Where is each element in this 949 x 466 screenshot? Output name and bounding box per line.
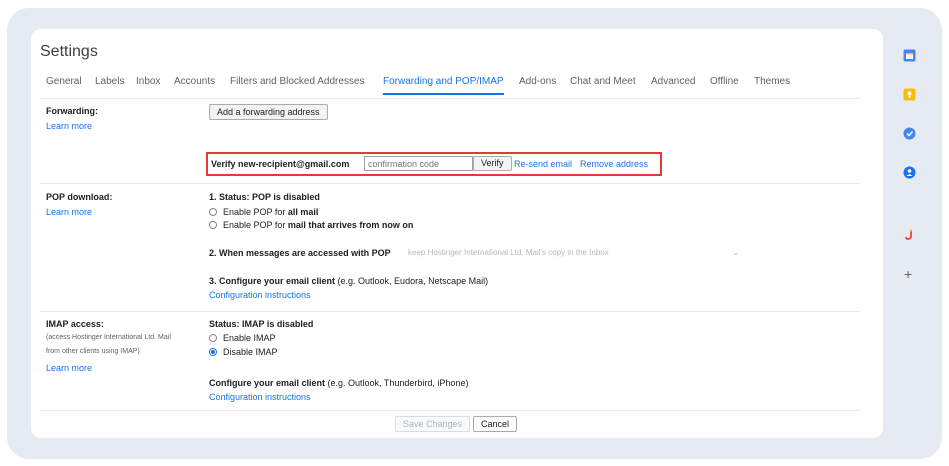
disable-imap-label: Disable IMAP [223,347,278,357]
save-changes-button[interactable]: Save Changes [395,416,471,432]
footer-divider [40,410,860,411]
forwarding-learn-more-link[interactable]: Learn more [46,121,92,131]
tab-accounts[interactable]: Accounts [174,76,215,93]
plus-icon[interactable]: + [904,266,912,282]
addon-icon[interactable] [903,228,916,241]
tab-add-ons[interactable]: Add-ons [519,76,556,93]
imap-access-label: IMAP access: [46,319,104,329]
tab-forwarding-pop-imap[interactable]: Forwarding and POP/IMAP [383,76,504,95]
pop-when-accessed-label: 2. When messages are accessed with POP [209,248,391,258]
pop-from-now-radio[interactable] [209,221,217,229]
verify-button[interactable]: Verify [473,156,512,171]
keep-icon[interactable] [903,88,916,101]
imap-sub-line-1: (access Hostinger International Ltd. Mai… [46,334,171,341]
chevron-down-icon: ⌄ [732,248,739,257]
section-divider [40,183,860,184]
page-title: Settings [40,43,98,60]
calendar-icon[interactable] [903,49,916,62]
add-forwarding-address-button[interactable]: Add a forwarding address [209,104,328,120]
remove-address-link[interactable]: Remove address [580,159,648,169]
pop-all-mail-option: Enable POP for all mail [223,207,319,217]
tab-general[interactable]: General [46,76,82,93]
pop-all-mail-radio[interactable] [209,208,217,216]
tab-filters[interactable]: Filters and Blocked Addresses [230,76,365,93]
section-divider [40,311,860,312]
imap-configure-client: Configure your email client (e.g. Outloo… [209,378,469,388]
pop-from-now-option: Enable POP for mail that arrives from no… [223,220,414,230]
contacts-icon[interactable] [903,166,916,179]
forwarding-label: Forwarding: [46,106,98,116]
imap-learn-more-link[interactable]: Learn more [46,363,92,373]
tab-advanced[interactable]: Advanced [651,76,695,93]
cancel-button[interactable]: Cancel [473,416,518,432]
pop-action-value: keep Hostinger International Ltd. Mail's… [408,248,609,257]
resend-email-link[interactable]: Re-send email [514,159,572,169]
pop-status: 1. Status: POP is disabled [209,192,320,202]
pop-action-select[interactable]: keep Hostinger International Ltd. Mail's… [405,246,743,260]
imap-status: Status: IMAP is disabled [209,319,314,329]
enable-imap-radio[interactable] [209,334,217,342]
confirmation-code-input[interactable] [364,156,473,171]
disable-imap-radio[interactable] [209,348,217,356]
tab-chat-and-meet[interactable]: Chat and Meet [570,76,636,93]
tab-themes[interactable]: Themes [754,76,790,93]
tab-labels[interactable]: Labels [95,76,124,93]
pop-configure-client: 3. Configure your email client (e.g. Out… [209,276,489,286]
imap-sub-line-2: from other clients using IMAP) [46,348,140,355]
tabs-divider [40,98,860,99]
tab-inbox[interactable]: Inbox [136,76,160,93]
pop-configuration-instructions-link[interactable]: Configuration instructions [209,290,311,300]
tab-offline[interactable]: Offline [710,76,739,93]
pop-learn-more-link[interactable]: Learn more [46,207,92,217]
imap-configuration-instructions-link[interactable]: Configuration instructions [209,392,311,402]
tasks-icon[interactable] [903,127,916,140]
verify-recipient-label: Verify new-recipient@gmail.com [211,159,350,169]
enable-imap-label: Enable IMAP [223,333,276,343]
pop-download-label: POP download: [46,192,113,202]
